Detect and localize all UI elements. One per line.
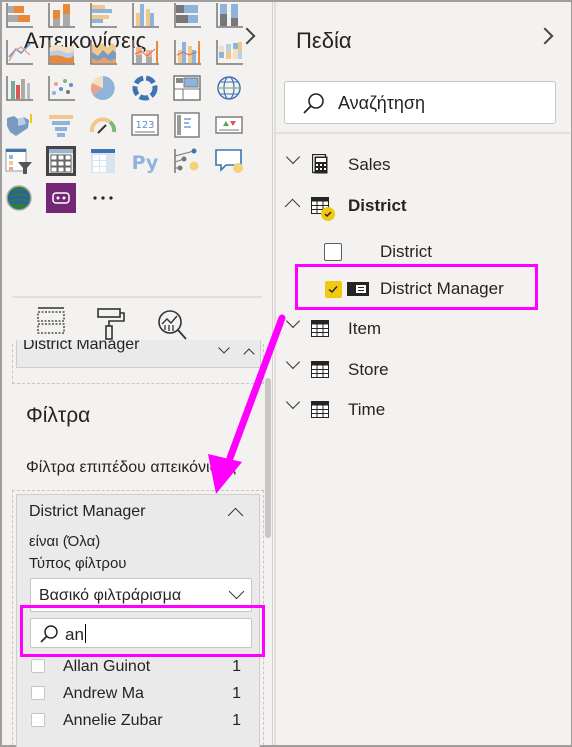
stacked-column-chart-icon[interactable]	[46, 0, 76, 30]
waterfall-chart-icon[interactable]	[4, 73, 34, 103]
calculator-icon	[311, 153, 330, 174]
format-paint-roller-icon[interactable]	[96, 307, 132, 343]
stacked-bar-chart-icon[interactable]	[4, 0, 34, 30]
field-name: District	[380, 242, 432, 261]
python-visual-icon[interactable]: Py	[130, 146, 160, 176]
filter-value-label: Allan Guinot	[63, 658, 151, 675]
matrix-icon[interactable]	[88, 146, 118, 176]
100-stacked-bar-chart-icon[interactable]	[172, 0, 202, 30]
filter-type-label: Τύπος φίλτρου	[29, 555, 127, 572]
checkbox[interactable]	[31, 659, 45, 673]
ribbon-chart-icon[interactable]	[214, 37, 244, 67]
fields-title: Πεδία	[296, 28, 352, 53]
search-icon	[303, 93, 324, 114]
svg-text:Py: Py	[132, 152, 159, 174]
100-stacked-column-chart-icon[interactable]	[214, 0, 244, 30]
table-icon	[311, 401, 329, 418]
line-and-stacked-column-chart-icon[interactable]	[130, 37, 160, 67]
analytics-magnifier-icon[interactable]	[156, 308, 192, 344]
more-visuals-icon[interactable]	[88, 183, 118, 213]
map-icon[interactable]	[214, 73, 244, 103]
highlight-box-field	[295, 264, 538, 310]
filter-value-count: 1	[232, 658, 241, 675]
table-name: Sales	[348, 155, 391, 174]
filter-type-value: Βασικό φιλτράρισμα	[39, 587, 182, 604]
arcgis-map-icon[interactable]	[4, 183, 34, 213]
checkbox[interactable]	[31, 686, 45, 700]
q-and-a-icon[interactable]	[214, 146, 244, 176]
key-influencers-icon[interactable]	[172, 146, 202, 176]
table-icon[interactable]	[46, 146, 76, 176]
table-icon	[311, 361, 329, 378]
clustered-bar-chart-icon[interactable]	[88, 0, 118, 30]
multi-row-card-icon[interactable]	[172, 110, 202, 140]
table-name: Item	[348, 319, 382, 338]
table-name: Time	[348, 400, 386, 419]
divider	[12, 296, 262, 298]
funnel-icon[interactable]	[46, 110, 76, 140]
well-field-label: District Manager	[23, 340, 140, 353]
gauge-icon[interactable]	[88, 110, 118, 140]
treemap-icon[interactable]	[172, 73, 202, 103]
kpi-icon[interactable]	[214, 110, 244, 140]
filter-value-row[interactable]: Allan Guinot 1	[30, 656, 245, 680]
filters-scrollbar[interactable]	[265, 378, 271, 538]
stacked-area-chart-icon[interactable]	[88, 37, 118, 67]
checkbox[interactable]	[324, 243, 342, 261]
filters-title: Φίλτρα	[26, 404, 91, 427]
visual-level-filters-label: Φίλτρα επιπέδου απεικόνισης	[26, 459, 237, 476]
table-icon	[311, 320, 329, 337]
filter-value-label: Andrew Ma	[63, 685, 144, 702]
line-and-clustered-column-chart-icon[interactable]	[172, 37, 202, 67]
filled-map-icon[interactable]	[4, 110, 34, 140]
fields-tab-icon[interactable]	[35, 305, 71, 341]
pie-chart-icon[interactable]	[88, 73, 118, 103]
visualizations-title: Απεικονίσεις	[24, 28, 147, 53]
fields-search-input[interactable]: Αναζήτηση	[284, 81, 556, 124]
scatter-chart-icon[interactable]	[46, 73, 76, 103]
selected-badge-icon	[321, 207, 335, 221]
filter-value-row[interactable]: Annelie Zubar 1	[30, 710, 245, 734]
filter-condition: είναι (Όλα)	[29, 533, 101, 550]
highlight-box-search	[20, 605, 265, 657]
filter-value-row[interactable]: Andrew Ma 1	[30, 683, 245, 707]
svg-text:123: 123	[135, 120, 154, 131]
fields-search-placeholder: Αναζήτηση	[338, 93, 425, 113]
filter-value-label: Annelie Zubar	[63, 712, 163, 729]
area-chart-icon[interactable]	[46, 37, 76, 67]
checkbox[interactable]	[31, 713, 45, 727]
filter-card-title: District Manager	[29, 503, 146, 520]
table-name: District	[348, 196, 407, 215]
power-apps-icon[interactable]	[46, 182, 76, 213]
filter-value-count: 1	[232, 712, 241, 729]
clustered-column-chart-icon[interactable]	[130, 0, 160, 30]
slicer-icon[interactable]	[4, 146, 34, 176]
card-icon[interactable]: 123	[130, 110, 160, 140]
table-name: Store	[348, 360, 389, 379]
line-chart-icon[interactable]	[4, 37, 34, 67]
filter-value-count: 1	[232, 685, 241, 702]
donut-chart-icon[interactable]	[130, 73, 160, 103]
divider	[276, 132, 570, 134]
